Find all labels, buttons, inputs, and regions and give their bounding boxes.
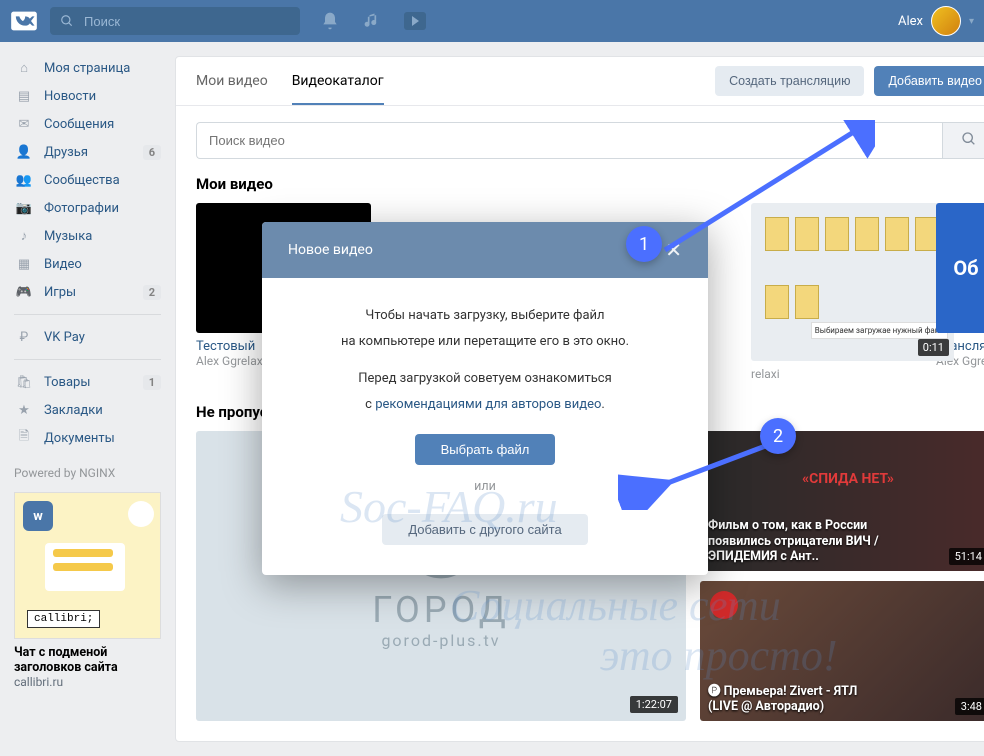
- sidebar-item-music[interactable]: ♪ Музыка: [14, 222, 161, 250]
- top-bar: Alex ▾: [0, 0, 984, 42]
- modal-text: на компьютере или перетащите его в это о…: [302, 332, 668, 352]
- ad-subtitle: callibri.ru: [14, 675, 161, 689]
- play-icon[interactable]: [404, 12, 426, 30]
- sidebar-item-vkpay[interactable]: ₽ VK Pay: [14, 323, 161, 351]
- brand-text: ГОРОД: [372, 589, 510, 631]
- bell-icon[interactable]: [320, 11, 340, 31]
- sidebar-label: Фотографии: [44, 201, 119, 216]
- annotation-arrow: [655, 120, 875, 260]
- sidebar-item-communities[interactable]: 👥 Сообщества: [14, 166, 161, 194]
- message-icon: ✉: [14, 114, 34, 134]
- sidebar-label: Товары: [44, 375, 90, 390]
- video-author: relaxi: [751, 367, 926, 381]
- friends-icon: 👤: [14, 142, 34, 162]
- music-icon[interactable]: [362, 11, 382, 31]
- sidebar-item-documents[interactable]: 🗎 Документы: [14, 424, 161, 452]
- modal-text: Чтобы начать загрузку, выберите файл: [302, 306, 668, 326]
- sidebar-item-photos[interactable]: 📷 Фотографии: [14, 194, 161, 222]
- add-from-site-button[interactable]: Добавить с другого сайта: [382, 514, 587, 545]
- star-icon: ★: [14, 400, 34, 420]
- sidebar-label: Сообщества: [44, 173, 120, 188]
- sidebar-item-games[interactable]: 🎮 Игры 2: [14, 278, 161, 306]
- news-icon: ▤: [14, 86, 34, 106]
- video-duration: 51:14: [949, 548, 984, 565]
- sidebar-label: Документы: [44, 431, 115, 446]
- divider: [14, 359, 161, 360]
- global-search-input[interactable]: [82, 13, 262, 30]
- radio-logo-icon: [710, 591, 738, 619]
- camera-icon: 📷: [14, 198, 34, 218]
- brand-sub: gorod-plus.tv: [381, 631, 500, 650]
- ad-title: Чат с подменой заголовков сайта: [14, 645, 161, 675]
- powered-by: Powered by NGINX: [14, 466, 161, 480]
- search-icon: [60, 14, 74, 28]
- top-icons: [320, 11, 426, 31]
- badge: 2: [143, 285, 161, 300]
- video-duration: 0:11: [918, 339, 949, 356]
- sidebar-label: Друзья: [44, 145, 88, 160]
- sidebar-label: Видео: [44, 257, 82, 272]
- pay-icon: ₽: [14, 327, 34, 347]
- video-duration: 3:48: [955, 698, 984, 715]
- sidebar-item-friends[interactable]: 👤 Друзья 6: [14, 138, 161, 166]
- sidebar: ⌂ Моя страница ▤ Новости ✉ Сообщения 👤 Друзь…: [14, 42, 161, 742]
- vk-logo-icon[interactable]: [10, 7, 38, 35]
- step-marker-1: 1: [626, 226, 662, 262]
- sidebar-label: Сообщения: [44, 117, 114, 132]
- choose-file-button[interactable]: Выбрать файл: [415, 434, 556, 465]
- badge: 6: [143, 145, 161, 160]
- tab-catalog[interactable]: Видеокаталог: [292, 57, 384, 105]
- divider: [14, 314, 161, 315]
- step-marker-2: 2: [760, 418, 796, 454]
- video-thumb: Об: [936, 203, 984, 333]
- modal-body: Чтобы начать загрузку, выберите файл на …: [262, 278, 708, 575]
- avatar: [931, 6, 961, 36]
- sidebar-ad[interactable]: w callibri; Чат с подменой заголовков са…: [14, 492, 161, 689]
- or-text: или: [302, 479, 668, 494]
- video-title: 🅟 Премьера! Zivert - ЯТЛ (LIVE @ Авторад…: [708, 684, 888, 715]
- sidebar-item-goods[interactable]: 🛍 Товары 1: [14, 368, 161, 396]
- add-video-button[interactable]: Добавить видео: [874, 66, 984, 96]
- ad-image: w callibri;: [14, 492, 161, 639]
- home-icon: ⌂: [14, 58, 34, 78]
- create-stream-button[interactable]: Создать трансляцию: [715, 66, 864, 96]
- tab-my-videos[interactable]: Мои видео: [196, 57, 268, 105]
- new-video-modal: Новое видео ✕ Чтобы начать загрузку, выб…: [262, 222, 708, 575]
- groups-icon: 👥: [14, 170, 34, 190]
- modal-text: с рекомендациями для авторов видео.: [302, 395, 668, 415]
- sidebar-label: Закладки: [44, 403, 103, 418]
- note-icon: ♪: [14, 226, 34, 246]
- badge: 1: [143, 375, 161, 390]
- video-duration: 1:22:07: [630, 696, 678, 713]
- sidebar-label: Новости: [44, 89, 96, 104]
- recommendations-link[interactable]: рекомендациями для авторов видео: [375, 397, 601, 412]
- sidebar-item-bookmarks[interactable]: ★ Закладки: [14, 396, 161, 424]
- video-icon: ▦: [14, 254, 34, 274]
- side-video[interactable]: 🅟 Премьера! Zivert - ЯТЛ (LIVE @ Авторад…: [700, 581, 984, 721]
- video-search-button[interactable]: [942, 122, 984, 159]
- modal-text: Перед загрузкой советуем ознакомиться: [302, 369, 668, 389]
- bag-icon: 🛍: [14, 372, 34, 392]
- search-icon: [961, 131, 977, 147]
- chevron-down-icon: ▾: [969, 16, 974, 27]
- sidebar-label: Музыка: [44, 229, 92, 244]
- sidebar-item-messages[interactable]: ✉ Сообщения: [14, 110, 161, 138]
- username: Alex: [898, 14, 923, 29]
- sidebar-label: VK Pay: [44, 330, 85, 345]
- sidebar-item-news[interactable]: ▤ Новости: [14, 82, 161, 110]
- global-search[interactable]: [50, 7, 300, 35]
- video-title: Фильм о том, как в России появились отри…: [708, 518, 888, 565]
- gamepad-icon: 🎮: [14, 282, 34, 302]
- sidebar-label: Моя страница: [44, 61, 130, 76]
- sidebar-item-video[interactable]: ▦ Видео: [14, 250, 161, 278]
- sidebar-label: Игры: [44, 285, 76, 300]
- sidebar-item-my-page[interactable]: ⌂ Моя страница: [14, 54, 161, 82]
- tabs-bar: Мои видео Видеокаталог Создать трансляци…: [176, 57, 984, 106]
- doc-icon: 🗎: [14, 428, 34, 448]
- annotation-arrow: [618, 440, 778, 510]
- modal-title: Новое видео: [288, 242, 373, 258]
- user-menu[interactable]: Alex ▾: [898, 6, 974, 36]
